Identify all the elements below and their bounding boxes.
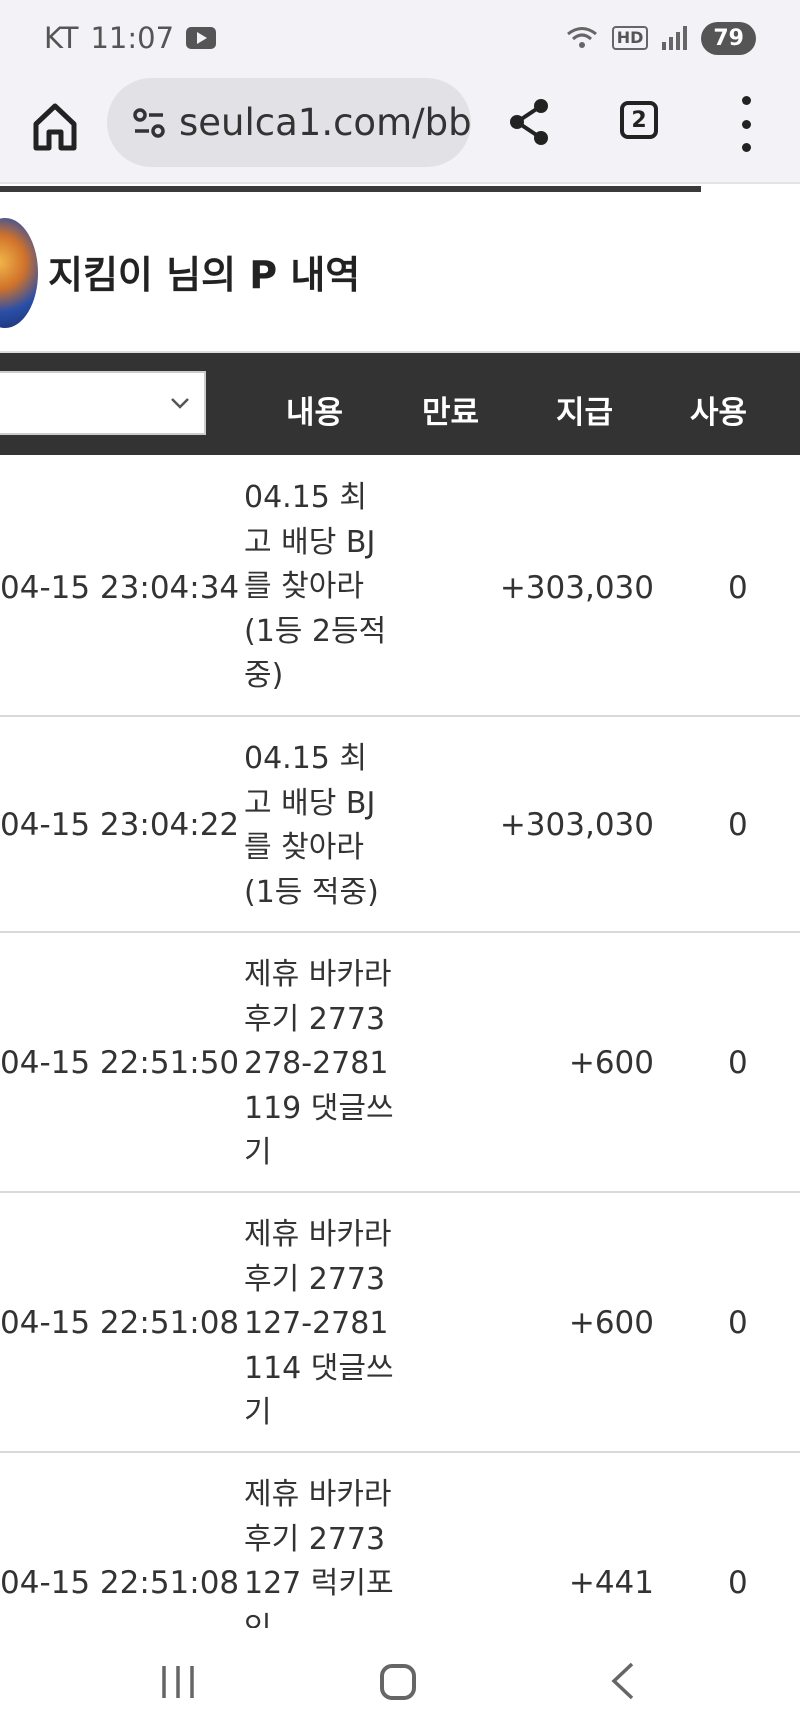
back-icon[interactable] bbox=[608, 1660, 638, 1702]
row-pay: +600 bbox=[568, 1305, 654, 1341]
carrier-label: KT bbox=[44, 21, 79, 55]
system-nav-bar bbox=[0, 1628, 800, 1734]
row-use: 0 bbox=[728, 1045, 748, 1081]
row-pay: +600 bbox=[568, 1045, 654, 1081]
share-icon[interactable] bbox=[505, 96, 553, 148]
row-pay: +441 bbox=[568, 1565, 654, 1601]
row-pay: +303,030 bbox=[499, 570, 654, 606]
row-content: 04.15 최고 배당 BJ를 찾아라 (1등 2등적중) bbox=[244, 480, 387, 693]
tab-switcher-button[interactable]: 2 bbox=[620, 101, 658, 139]
recent-apps-icon[interactable] bbox=[160, 1664, 196, 1700]
avatar bbox=[0, 218, 38, 328]
tab-count: 2 bbox=[631, 107, 647, 133]
row-content: 제휴 바카라후기 2773278-2781119 댓글쓰기 bbox=[244, 957, 394, 1170]
page-load-progress bbox=[0, 186, 701, 192]
row-content: 제휴 바카라후기 2773127-2781114 댓글쓰기 bbox=[244, 1217, 394, 1430]
browser-toolbar: seulca1.com/bbs 2 bbox=[0, 76, 800, 184]
more-vert-icon[interactable] bbox=[736, 96, 756, 152]
youtube-icon bbox=[186, 27, 217, 49]
row-pay: +303,030 bbox=[499, 807, 654, 843]
row-date: 04-15 23:04:34 bbox=[0, 570, 240, 606]
clock: 11:07 bbox=[90, 21, 175, 55]
table-row[interactable]: 04-15 22:51:50 제휴 바카라후기 2773278-2781119 … bbox=[0, 933, 800, 1193]
row-content: 04.15 최고 배당 BJ를 찾아라 (1등 적중) bbox=[244, 741, 379, 910]
row-date: 04-15 22:51:50 bbox=[0, 1045, 240, 1081]
column-header-use[interactable]: 사용 bbox=[690, 387, 747, 432]
url-text: seulca1.com/bbs bbox=[179, 101, 471, 144]
status-bar: KT 11:07 HD 79 bbox=[0, 0, 800, 76]
hd-voice-badge: HD bbox=[611, 26, 649, 50]
table-header: 내용 만료 지급 사용 bbox=[0, 353, 800, 455]
row-date: 04-15 23:04:22 bbox=[0, 807, 240, 843]
row-use: 0 bbox=[728, 570, 748, 606]
signal-icon bbox=[662, 26, 688, 50]
row-use: 0 bbox=[728, 807, 748, 843]
home-icon[interactable] bbox=[30, 98, 80, 154]
column-header-pay[interactable]: 지급 bbox=[556, 387, 613, 432]
table-row[interactable]: 04-15 22:51:08 제휴 바카라후기 2773127 럭키포인 +44… bbox=[0, 1453, 800, 1628]
row-content: 제휴 바카라후기 2773127 럭키포인 bbox=[244, 1477, 394, 1628]
page-title: 지킴이 님의 P 내역 bbox=[48, 253, 361, 297]
tune-icon[interactable] bbox=[129, 103, 169, 143]
row-use: 0 bbox=[728, 1305, 748, 1341]
status-left: KT 11:07 bbox=[44, 21, 217, 55]
status-right: HD 79 bbox=[566, 21, 756, 55]
row-use: 0 bbox=[728, 1565, 748, 1601]
table-row[interactable]: 04-15 23:04:34 04.15 최고 배당 BJ를 찾아라 (1등 2… bbox=[0, 455, 800, 717]
address-bar[interactable]: seulca1.com/bbs bbox=[107, 78, 471, 167]
table-row[interactable]: 04-15 23:04:22 04.15 최고 배당 BJ를 찾아라 (1등 적… bbox=[0, 717, 800, 933]
nav-home-icon[interactable] bbox=[380, 1664, 416, 1700]
table-row[interactable]: 04-15 22:51:08 제휴 바카라후기 2773127-2781114 … bbox=[0, 1193, 800, 1453]
filter-select[interactable] bbox=[0, 371, 206, 435]
column-header-content[interactable]: 내용 bbox=[286, 387, 343, 432]
column-header-expire[interactable]: 만료 bbox=[422, 387, 479, 432]
row-date: 04-15 22:51:08 bbox=[0, 1305, 240, 1341]
row-date: 04-15 22:51:08 bbox=[0, 1565, 240, 1601]
wifi-icon bbox=[566, 27, 597, 48]
chevron-down-icon bbox=[171, 398, 189, 409]
battery-level: 79 bbox=[701, 21, 756, 55]
